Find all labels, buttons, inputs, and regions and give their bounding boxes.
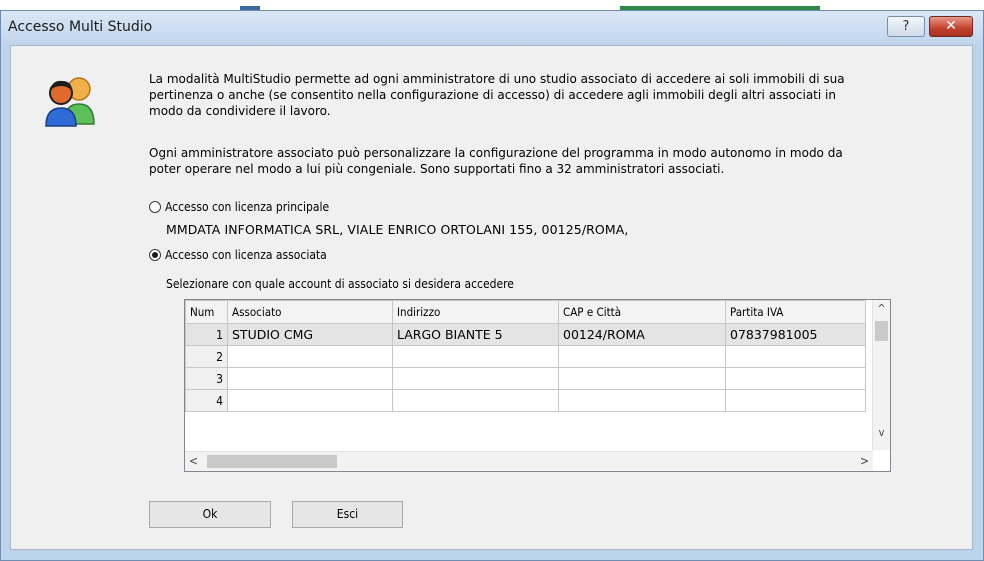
vertical-scrollbar[interactable]: ^ v <box>872 300 890 450</box>
dialog-window: Accesso Multi Studio ? ✕ La modalità Mul… <box>0 10 984 561</box>
cell-associato[interactable] <box>227 345 393 368</box>
select-account-label: Selezionare con quale account di associa… <box>166 277 514 291</box>
help-button[interactable]: ? <box>887 16 925 37</box>
column-header-associato[interactable]: Associato <box>227 300 393 324</box>
radio-button-selected[interactable] <box>149 249 161 261</box>
principal-license-info: MMDATA INFORMATICA SRL, VIALE ENRICO ORT… <box>166 222 629 237</box>
cell-associato[interactable]: STUDIO CMG <box>227 323 393 346</box>
cell-cap[interactable]: 00124/ROMA <box>558 323 726 346</box>
cell-associato[interactable] <box>227 389 393 412</box>
table-row[interactable]: 1 STUDIO CMG LARGO BIANTE 5 00124/ROMA 0… <box>185 323 866 346</box>
description-paragraph-1: La modalità MultiStudio permette ad ogni… <box>149 72 845 118</box>
radio-associated-license[interactable]: Accesso con licenza associata <box>149 246 327 264</box>
cell-num[interactable]: 2 <box>185 345 228 368</box>
table-row[interactable]: 3 <box>185 367 866 390</box>
cell-num[interactable]: 1 <box>185 323 228 346</box>
cell-piva[interactable] <box>725 367 866 390</box>
cell-associato[interactable] <box>227 367 393 390</box>
cell-cap[interactable] <box>558 389 726 412</box>
table-row[interactable]: 4 <box>185 389 866 412</box>
table-header-row: Num Associato Indirizzo CAP e Città Part… <box>185 300 866 324</box>
cell-indirizzo[interactable] <box>392 345 559 368</box>
cell-piva[interactable]: 07837981005 <box>725 323 866 346</box>
scroll-down-icon[interactable]: v <box>873 426 890 442</box>
associates-grid[interactable]: Num Associato Indirizzo CAP e Città Part… <box>184 299 891 472</box>
cell-num[interactable]: 3 <box>185 367 228 390</box>
radio-principal-license[interactable]: Accesso con licenza principale <box>149 198 329 216</box>
ok-button[interactable]: Ok <box>149 501 271 528</box>
column-header-cap[interactable]: CAP e Città <box>558 300 726 324</box>
cell-cap[interactable] <box>558 345 726 368</box>
column-header-indirizzo[interactable]: Indirizzo <box>392 300 559 324</box>
users-icon <box>45 77 95 127</box>
cell-piva[interactable] <box>725 345 866 368</box>
horizontal-scrollbar[interactable]: < > <box>185 451 873 471</box>
table-row[interactable]: 2 <box>185 345 866 368</box>
vertical-scroll-thumb[interactable] <box>875 321 888 341</box>
column-header-piva[interactable]: Partita IVA <box>725 300 866 324</box>
cell-indirizzo[interactable] <box>392 389 559 412</box>
cell-indirizzo[interactable] <box>392 367 559 390</box>
close-button[interactable]: ✕ <box>929 16 973 37</box>
cell-cap[interactable] <box>558 367 726 390</box>
scroll-up-icon[interactable]: ^ <box>873 302 890 318</box>
horizontal-scroll-thumb[interactable] <box>207 455 337 468</box>
associates-table: Num Associato Indirizzo CAP e Città Part… <box>185 300 866 412</box>
esci-button[interactable]: Esci <box>292 501 403 528</box>
description-paragraph-2: Ogni amministratore associato può person… <box>149 146 843 176</box>
dialog-body: La modalità MultiStudio permette ad ogni… <box>10 45 973 550</box>
title-bar[interactable]: Accesso Multi Studio ? ✕ <box>1 11 983 45</box>
scroll-right-icon[interactable]: > <box>860 454 869 468</box>
scroll-left-icon[interactable]: < <box>189 454 198 468</box>
radio-associated-label: Accesso con licenza associata <box>165 248 327 262</box>
radio-button[interactable] <box>149 201 161 213</box>
background-strip <box>0 0 984 10</box>
cell-indirizzo[interactable]: LARGO BIANTE 5 <box>392 323 559 346</box>
radio-principal-label: Accesso con licenza principale <box>165 200 330 214</box>
column-header-num[interactable]: Num <box>185 300 228 324</box>
window-title: Accesso Multi Studio <box>8 19 153 35</box>
cell-piva[interactable] <box>725 389 866 412</box>
cell-num[interactable]: 4 <box>185 389 228 412</box>
